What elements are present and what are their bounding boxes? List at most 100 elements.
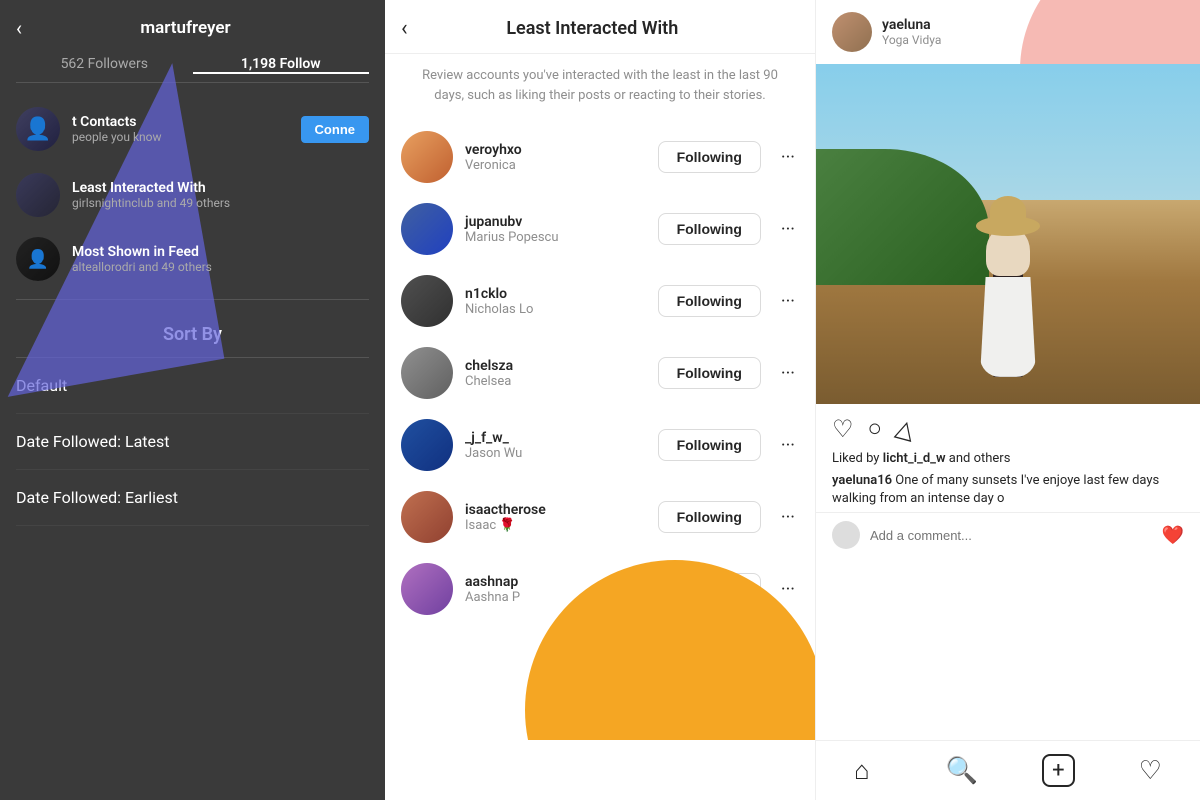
user-item: _j_f_w_ Jason Wu Following ··· — [385, 409, 815, 481]
user-item: veroyhxo Veronica Following ··· — [385, 121, 815, 193]
comment-icon[interactable]: ○ — [868, 414, 883, 443]
nav-home-icon[interactable]: ⌂ — [842, 751, 882, 790]
more-icon-chelsza[interactable]: ··· — [777, 359, 799, 388]
following-button-jfw[interactable]: Following — [658, 429, 761, 461]
user-avatar-chelsza — [401, 347, 453, 399]
right-top-bar: yaeluna Yoga Vidya — [816, 0, 1200, 64]
user-avatar-aashnap — [401, 563, 453, 615]
more-icon-jupanubv[interactable]: ··· — [777, 215, 799, 244]
user-info-aashnap: aashnap Aashna P — [465, 574, 646, 605]
more-icon-isaactherose[interactable]: ··· — [777, 503, 799, 532]
sort-title: Sort By — [16, 324, 369, 358]
contacts-info: t Contacts people you know — [72, 114, 289, 144]
user-handle-veroyhxo: veroyhxo — [465, 142, 646, 158]
most-shown-section: 👤 Most Shown in Feed alteallorodri and 4… — [0, 227, 385, 291]
user-item: n1cklo Nicholas Lo Following ··· — [385, 265, 815, 337]
followers-count[interactable]: 562 Followers — [16, 56, 193, 74]
user-avatar-n1cklo — [401, 275, 453, 327]
left-back-icon[interactable]: ‹ — [16, 16, 22, 40]
likes-prefix: Liked by — [832, 451, 883, 466]
post-actions: ♡ ○ △ — [816, 404, 1200, 449]
sort-date-earliest[interactable]: Date Followed: Earliest — [16, 470, 369, 526]
more-icon-n1cklo[interactable]: ··· — [777, 287, 799, 316]
connect-button[interactable]: Conne — [301, 116, 369, 143]
post-caption: yaeluna16 One of many sunsets I've enjoy… — [816, 468, 1200, 512]
comment-avatar — [832, 521, 860, 549]
left-panel: ‹ martufreyer 562 Followers 1,198 Follow… — [0, 0, 385, 800]
comment-heart-icon[interactable]: ❤️ — [1162, 525, 1184, 546]
mid-description: Review accounts you've interacted with t… — [385, 54, 815, 121]
followers-row: 562 Followers 1,198 Follow — [16, 48, 369, 83]
following-button-veroyhxo[interactable]: Following — [658, 141, 761, 173]
left-divider — [16, 299, 369, 300]
user-list: veroyhxo Veronica Following ··· jupanubv… — [385, 121, 815, 800]
right-user-avatar — [832, 12, 872, 52]
user-info-jupanubv: jupanubv Marius Popescu — [465, 214, 646, 245]
least-interacted-section: Least Interacted With girlsnightinclub a… — [0, 163, 385, 227]
user-info-n1cklo: n1cklo Nicholas Lo — [465, 286, 646, 317]
right-nav-bar: ⌂ 🔍 + ♡ — [816, 740, 1200, 800]
user-avatar-isaactherose — [401, 491, 453, 543]
liker-name[interactable]: licht_i_d_w — [883, 451, 946, 466]
following-button-jupanubv[interactable]: Following — [658, 213, 761, 245]
most-shown-title: Most Shown in Feed — [72, 244, 369, 260]
user-info-veroyhxo: veroyhxo Veronica — [465, 142, 646, 173]
left-profile-title: martufreyer — [34, 18, 369, 38]
sort-date-latest[interactable]: Date Followed: Latest — [16, 414, 369, 470]
mid-header: ‹ Least Interacted With — [385, 0, 815, 54]
post-image — [816, 64, 1200, 404]
like-icon[interactable]: ♡ — [832, 415, 854, 443]
likes-suffix: and others — [946, 451, 1011, 466]
following-button-isaactherose[interactable]: Following — [658, 501, 761, 533]
user-info-isaactherose: isaactherose Isaac 🌹 — [465, 502, 646, 533]
user-item: aashnap Aashna P Following ··· — [385, 553, 815, 625]
contacts-avatar: 👤 — [16, 107, 60, 151]
user-name-chelsza: Chelsea — [465, 374, 646, 389]
nav-add-icon[interactable]: + — [1042, 754, 1074, 787]
most-shown-subtitle: alteallorodri and 49 others — [72, 260, 369, 274]
sort-section: Sort By Default Date Followed: Latest Da… — [0, 308, 385, 534]
following-count[interactable]: 1,198 Follow — [193, 56, 370, 74]
left-header: ‹ martufreyer — [0, 0, 385, 48]
user-avatar-jfw — [401, 419, 453, 471]
following-button-n1cklo[interactable]: Following — [658, 285, 761, 317]
more-icon-veroyhxo[interactable]: ··· — [777, 143, 799, 172]
user-avatar-jupanubv — [401, 203, 453, 255]
nav-heart-icon[interactable]: ♡ — [1127, 752, 1174, 790]
least-interacted-title: Least Interacted With — [72, 180, 369, 196]
mid-title: Least Interacted With — [424, 18, 799, 39]
most-shown-avatar: 👤 — [16, 237, 60, 281]
mid-back-icon[interactable]: ‹ — [401, 16, 408, 41]
contacts-subtitle: people you know — [72, 130, 289, 144]
more-icon-jfw[interactable]: ··· — [777, 431, 799, 460]
user-info-chelsza: chelsza Chelsea — [465, 358, 646, 389]
user-handle-jupanubv: jupanubv — [465, 214, 646, 230]
right-user-subtitle: Yoga Vidya — [882, 33, 1184, 47]
comment-input[interactable] — [870, 528, 1152, 543]
right-user-info: yaeluna Yoga Vidya — [882, 17, 1184, 47]
user-handle-n1cklo: n1cklo — [465, 286, 646, 302]
right-panel: yaeluna Yoga Vidya ♡ ○ △ Liked by licht_… — [815, 0, 1200, 800]
caption-username[interactable]: yaeluna16 — [832, 473, 892, 488]
sort-default[interactable]: Default — [16, 358, 369, 414]
user-handle-isaactherose: isaactherose — [465, 502, 646, 518]
most-shown-info: Most Shown in Feed alteallorodri and 49 … — [72, 244, 369, 274]
more-icon-aashnap[interactable]: ··· — [777, 575, 799, 604]
user-handle-aashnap: aashnap — [465, 574, 646, 590]
least-interacted-info: Least Interacted With girlsnightinclub a… — [72, 180, 369, 210]
user-name-jupanubv: Marius Popescu — [465, 230, 646, 245]
nav-search-icon[interactable]: 🔍 — [934, 752, 990, 790]
contacts-section: 👤 t Contacts people you know Conne — [0, 95, 385, 163]
user-item: jupanubv Marius Popescu Following ··· — [385, 193, 815, 265]
share-icon[interactable]: △ — [893, 413, 918, 445]
following-button-chelsza[interactable]: Following — [658, 357, 761, 389]
user-avatar-veroyhxo — [401, 131, 453, 183]
user-handle-chelsza: chelsza — [465, 358, 646, 374]
middle-panel: ‹ Least Interacted With Review accounts … — [385, 0, 815, 800]
user-item: isaactherose Isaac 🌹 Following ··· — [385, 481, 815, 553]
user-name-veroyhxo: Veronica — [465, 158, 646, 173]
following-button-aashnap[interactable]: Following — [658, 573, 761, 605]
least-interacted-subtitle: girlsnightinclub and 49 others — [72, 196, 369, 210]
user-handle-jfw: _j_f_w_ — [465, 430, 646, 446]
contacts-title: t Contacts — [72, 114, 289, 130]
